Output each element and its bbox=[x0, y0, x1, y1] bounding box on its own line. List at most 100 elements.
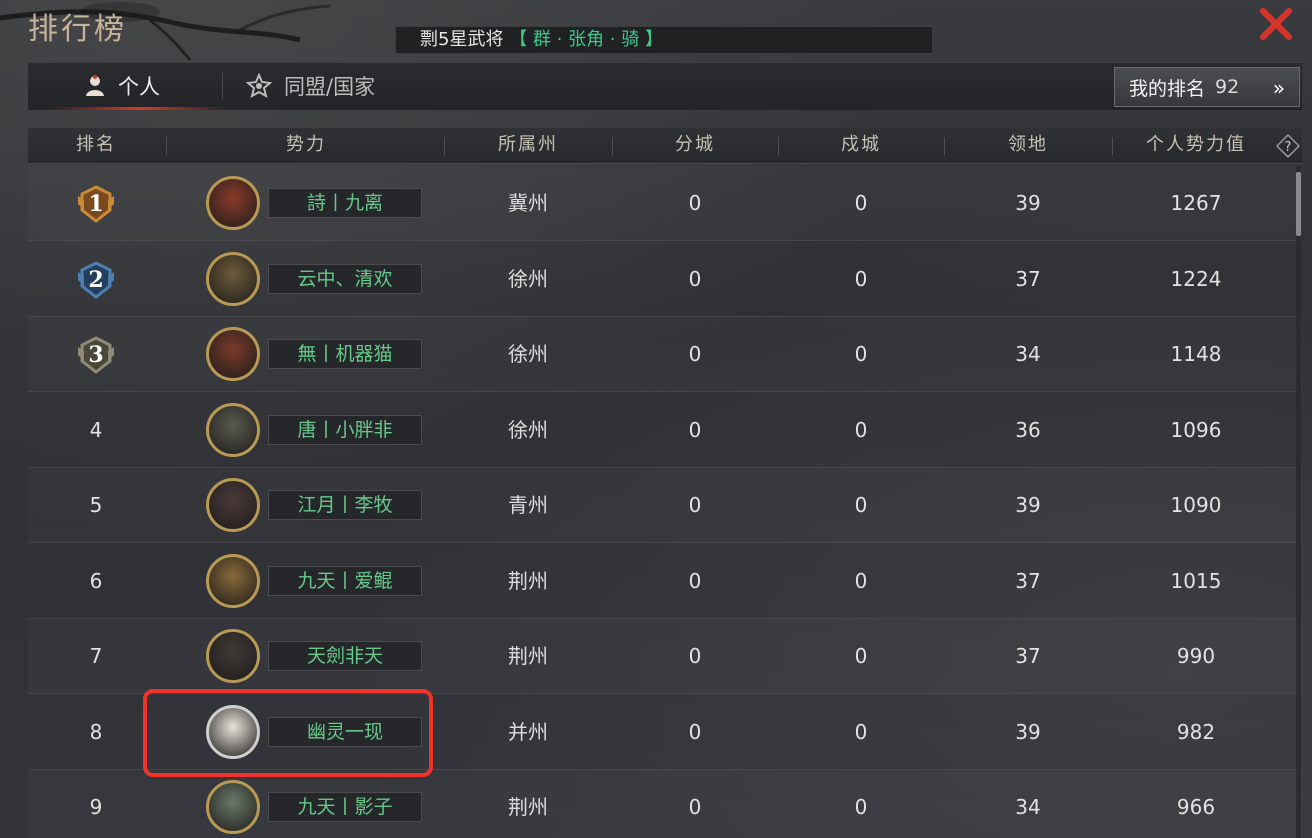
fort-cell: 0 bbox=[854, 568, 868, 593]
territory-cell: 39 bbox=[1015, 493, 1041, 517]
branch-city-cell: 0 bbox=[688, 719, 702, 744]
rank-number: 2 bbox=[88, 266, 104, 293]
player-name[interactable]: 天劍非天 bbox=[268, 641, 422, 671]
state-cell: 徐州 bbox=[508, 266, 548, 291]
branch-city-cell: 0 bbox=[688, 795, 702, 819]
fort-cell: 0 bbox=[854, 719, 868, 744]
state-cell: 荆州 bbox=[508, 568, 548, 593]
avatar[interactable] bbox=[206, 629, 260, 683]
power-cell: 無丨机器猫 bbox=[168, 317, 444, 391]
fort-cell: 0 bbox=[854, 266, 868, 291]
state-cell: 冀州 bbox=[508, 191, 548, 215]
help-icon[interactable]: ? bbox=[1275, 133, 1301, 159]
power-cell: 詩丨九离 bbox=[168, 166, 444, 240]
avatar[interactable] bbox=[206, 478, 260, 532]
player-name[interactable]: 九天丨影子 bbox=[268, 792, 422, 822]
notice-highlight: 【 群 · 张角 · 骑 】 bbox=[509, 29, 663, 50]
table-row[interactable]: 7 天劍非天 荆州 0 0 37 990 bbox=[28, 619, 1302, 694]
fort-cell: 0 bbox=[854, 342, 868, 366]
col-state: 所属州 bbox=[498, 134, 558, 155]
scrollbar-thumb[interactable] bbox=[1296, 172, 1301, 236]
table-row[interactable]: 2 云中、清欢 徐州 0 0 37 1224 bbox=[28, 242, 1302, 317]
territory-cell: 36 bbox=[1015, 417, 1041, 442]
branch-city-cell: 0 bbox=[688, 417, 702, 442]
avatar[interactable] bbox=[206, 402, 260, 457]
avatar[interactable] bbox=[206, 176, 260, 230]
tab-personal-label: 个人 bbox=[118, 75, 160, 99]
branch-city-cell: 0 bbox=[688, 568, 702, 593]
power-cell: 九天丨爱鲲 bbox=[168, 544, 444, 618]
my-rank-button[interactable]: 我的排名 92 » bbox=[1114, 67, 1300, 107]
territory-cell: 37 bbox=[1015, 266, 1041, 291]
power-cell: 唐丨小胖非 bbox=[168, 393, 444, 467]
avatar[interactable] bbox=[206, 327, 260, 381]
player-name[interactable]: 云中、清欢 bbox=[268, 263, 422, 294]
double-chevron-right-icon: » bbox=[1272, 76, 1285, 100]
player-name[interactable]: 江月丨李牧 bbox=[268, 490, 422, 520]
player-name[interactable]: 唐丨小胖非 bbox=[268, 414, 422, 445]
power-value-cell: 1224 bbox=[1170, 266, 1222, 291]
col-power-name: 势力 bbox=[286, 134, 326, 155]
branch-city-cell: 0 bbox=[688, 266, 702, 291]
fort-cell: 0 bbox=[854, 493, 868, 517]
branch-city-cell: 0 bbox=[688, 493, 702, 517]
table-row[interactable]: 3 無丨机器猫 徐州 0 0 34 1148 bbox=[28, 317, 1302, 392]
state-cell: 徐州 bbox=[508, 417, 548, 442]
avatar[interactable] bbox=[206, 780, 260, 834]
state-cell: 并州 bbox=[508, 719, 548, 744]
power-value-cell: 1267 bbox=[1170, 191, 1222, 215]
tab-divider bbox=[222, 73, 223, 99]
my-rank-value: 92 bbox=[1215, 76, 1240, 98]
page-title: 排行榜 bbox=[28, 12, 127, 47]
player-name[interactable]: 無丨机器猫 bbox=[268, 339, 422, 369]
table-row[interactable]: 1 詩丨九离 冀州 0 0 39 1267 bbox=[28, 166, 1302, 241]
person-icon bbox=[84, 74, 106, 98]
territory-cell: 37 bbox=[1015, 644, 1041, 668]
avatar[interactable] bbox=[206, 553, 260, 608]
notice-bar: 剽5星武将 【 群 · 张角 · 骑 】 bbox=[395, 26, 933, 54]
table-row[interactable]: 9 九天丨影子 荆州 0 0 34 966 bbox=[28, 770, 1302, 838]
tab-personal[interactable]: 个人 bbox=[84, 63, 160, 109]
rank-number: 3 bbox=[88, 342, 104, 368]
tab-alliance[interactable]: 同盟/国家 bbox=[246, 63, 375, 109]
player-name[interactable]: 詩丨九离 bbox=[268, 188, 422, 218]
rank-cell: 1 bbox=[28, 166, 164, 240]
table-header: 排名 势力 所属州 分城 戍城 领地 个人势力值 ? bbox=[28, 128, 1302, 164]
branch-city-cell: 0 bbox=[688, 191, 702, 215]
branch-city-cell: 0 bbox=[688, 644, 702, 668]
state-cell: 徐州 bbox=[508, 342, 548, 366]
power-value-cell: 990 bbox=[1176, 644, 1216, 668]
power-value-cell: 982 bbox=[1176, 719, 1216, 744]
fort-cell: 0 bbox=[854, 795, 868, 819]
territory-cell: 37 bbox=[1015, 568, 1041, 593]
table-row[interactable]: 4 唐丨小胖非 徐州 0 0 36 1096 bbox=[28, 393, 1302, 468]
territory-cell: 34 bbox=[1015, 795, 1041, 819]
power-value-cell: 1096 bbox=[1170, 417, 1222, 442]
player-name[interactable]: 九天丨爱鲲 bbox=[268, 565, 422, 596]
rank-cell: 3 bbox=[28, 317, 164, 391]
col-branch-city: 分城 bbox=[675, 134, 715, 155]
scrollbar[interactable] bbox=[1296, 166, 1301, 838]
table-row[interactable]: 5 江月丨李牧 青州 0 0 39 1090 bbox=[28, 468, 1302, 543]
avatar[interactable] bbox=[206, 251, 260, 306]
table-row[interactable]: 6 九天丨爱鲲 荆州 0 0 37 1015 bbox=[28, 544, 1302, 619]
territory-cell: 39 bbox=[1015, 719, 1041, 744]
my-rank-label: 我的排名 bbox=[1129, 77, 1206, 100]
fort-cell: 0 bbox=[854, 417, 868, 442]
active-tab-indicator bbox=[50, 107, 230, 110]
close-x-icon bbox=[1260, 8, 1292, 40]
rank-cell: 5 bbox=[89, 493, 103, 517]
col-territory: 领地 bbox=[1008, 134, 1048, 155]
rank-badge-icon: 2 bbox=[76, 260, 116, 300]
power-value-cell: 966 bbox=[1176, 795, 1216, 819]
rank-number: 1 bbox=[88, 191, 104, 217]
rank-cell: 6 bbox=[89, 568, 103, 593]
territory-cell: 39 bbox=[1015, 191, 1041, 215]
tab-alliance-label: 同盟/国家 bbox=[284, 75, 376, 99]
rank-badge-icon: 1 bbox=[76, 184, 116, 224]
close-button[interactable] bbox=[1258, 6, 1294, 42]
alliance-icon bbox=[246, 73, 272, 99]
rank-cell: 9 bbox=[89, 795, 103, 819]
territory-cell: 34 bbox=[1015, 342, 1041, 366]
branch-city-cell: 0 bbox=[688, 342, 702, 366]
